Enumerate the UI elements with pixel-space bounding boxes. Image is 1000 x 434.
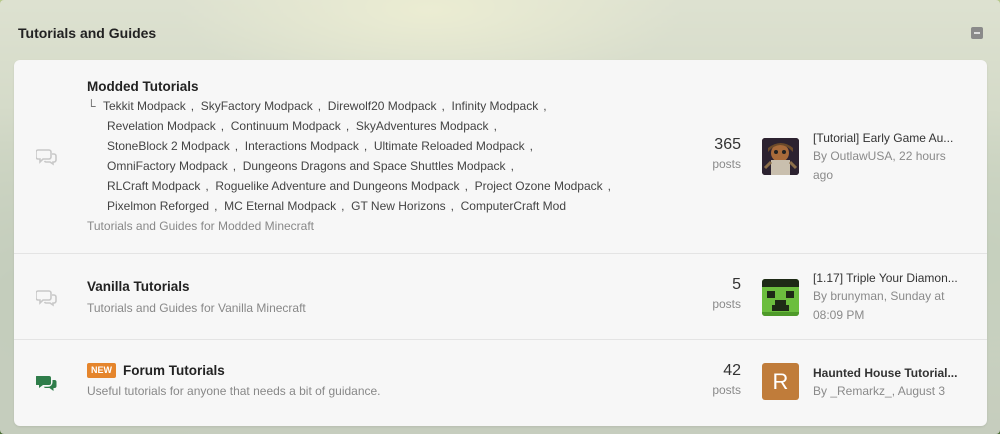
forum-description: Useful tutorials for anyone that needs a… [87, 384, 381, 398]
last-post-meta: By brunyman, Sunday at [813, 289, 945, 303]
subforum-line: OmniFactory Modpack, Dungeons Dragons an… [107, 159, 514, 173]
category-title[interactable]: Tutorials and Guides [18, 25, 156, 41]
subforum-link[interactable]: Dungeons Dragons and Space Shuttles Modp… [243, 159, 506, 173]
subforum-line: └ Tekkit Modpack, SkyFactory Modpack, Dir… [87, 96, 687, 116]
subforum-link[interactable]: RLCraft Modpack [107, 179, 200, 193]
forum-description: Tutorials and Guides for Vanilla Minecra… [87, 301, 306, 315]
post-stats: 42 posts [681, 361, 741, 399]
avatar[interactable] [762, 279, 799, 316]
last-post-meta-cont: 08:09 PM [813, 308, 865, 322]
forum-row-modded-tutorials: Modded Tutorials └ Tekkit Modpack, SkyFac… [14, 60, 987, 254]
subforum-link[interactable]: Infinity Modpack [452, 99, 539, 113]
avatar-image [762, 279, 799, 316]
subforum-link[interactable]: Pixelmon Reforged [107, 199, 209, 213]
forum-list: Modded Tutorials └ Tekkit Modpack, SkyFac… [14, 60, 987, 426]
subforum-link[interactable]: SkyAdventures Modpack [356, 119, 489, 133]
forum-info: NEW Forum Tutorials Useful tutorials for … [87, 362, 687, 400]
forum-row-vanilla-tutorials: Vanilla Tutorials Tutorials and Guides f… [14, 255, 987, 340]
subforum-link[interactable]: Continuum Modpack [231, 119, 341, 133]
subforum-link[interactable]: Roguelike Adventure and Dungeons Modpack [215, 179, 459, 193]
subforum-link[interactable]: Interactions Modpack [245, 139, 359, 153]
forum-category: Tutorials and Guides Modded Tutorials └ T… [0, 0, 1000, 434]
last-post-info: [1.17] Triple Your Diamon... By brunyman… [813, 269, 978, 325]
forum-info: Modded Tutorials └ Tekkit Modpack, SkyFac… [87, 78, 687, 235]
forum-title[interactable]: Vanilla Tutorials [87, 279, 190, 294]
last-post: [Tutorial] Early Game Au... By OutlawUSA… [762, 129, 977, 189]
chat-bubbles-icon [36, 376, 57, 391]
last-post: [1.17] Triple Your Diamon... By brunyman… [762, 269, 977, 329]
post-stats: 5 posts [681, 275, 741, 313]
subforum-link[interactable]: OmniFactory Modpack [107, 159, 228, 173]
post-count-label: posts [712, 383, 741, 397]
last-post-meta: By _Remarkz_, August 3 [813, 384, 946, 398]
avatar[interactable] [762, 138, 799, 175]
post-count: 42 [723, 362, 741, 379]
subforum-line: Pixelmon Reforged, MC Eternal Modpack, G… [107, 199, 567, 213]
subforum-link[interactable]: Project Ozone Modpack [475, 179, 603, 193]
last-post-meta: By OutlawUSA, 22 hours [813, 149, 946, 163]
subforum-line: Revelation Modpack, Continuum Modpack, S… [107, 119, 497, 133]
forum-info: Vanilla Tutorials Tutorials and Guides f… [87, 278, 687, 317]
forum-description: Tutorials and Guides for Modded Minecraf… [87, 219, 314, 233]
subforum-line: RLCraft Modpack, Roguelike Adventure and… [107, 179, 611, 193]
last-post-title[interactable]: [Tutorial] Early Game Au... [813, 129, 978, 147]
avatar-letter: R [772, 368, 789, 394]
last-post-info: Haunted House Tutorial... By _Remarkz_, … [813, 364, 978, 401]
branch-icon: └ [87, 99, 96, 113]
forum-title[interactable]: Modded Tutorials [87, 79, 199, 94]
chat-bubbles-icon [36, 290, 57, 307]
subforum-link[interactable]: Tekkit Modpack [103, 99, 186, 113]
last-post-title[interactable]: [1.17] Triple Your Diamon... [813, 269, 978, 287]
forum-row-forum-tutorials: NEW Forum Tutorials Useful tutorials for … [14, 341, 987, 426]
subforum-link[interactable]: SkyFactory Modpack [201, 99, 313, 113]
last-post-meta-cont: ago [813, 168, 834, 182]
post-stats: 365 posts [681, 135, 741, 173]
avatar[interactable]: R [762, 363, 799, 400]
forum-title[interactable]: Forum Tutorials [123, 363, 225, 378]
subforum-link[interactable]: StoneBlock 2 Modpack [107, 139, 230, 153]
last-post-title[interactable]: Haunted House Tutorial... [813, 364, 978, 382]
subforum-line: StoneBlock 2 Modpack, Interactions Modpa… [107, 139, 533, 153]
subforum-link[interactable]: ComputerCraft Mod [461, 199, 566, 213]
post-count: 5 [732, 276, 741, 293]
category-header: Tutorials and Guides [18, 22, 988, 44]
post-count-label: posts [712, 297, 741, 311]
subforum-link[interactable]: MC Eternal Modpack [224, 199, 336, 213]
chat-bubbles-icon [36, 149, 57, 166]
last-post-info: [Tutorial] Early Game Au... By OutlawUSA… [813, 129, 978, 185]
avatar-image [762, 138, 799, 175]
subforum-link[interactable]: Ultimate Reloaded Modpack [374, 139, 525, 153]
minus-icon [974, 32, 980, 34]
post-count-label: posts [712, 157, 741, 171]
collapse-button[interactable] [971, 27, 983, 39]
subforum-link[interactable]: GT New Horizons [351, 199, 445, 213]
post-count: 365 [714, 136, 741, 153]
subforum-link[interactable]: Direwolf20 Modpack [328, 99, 437, 113]
subforum-link[interactable]: Revelation Modpack [107, 119, 216, 133]
last-post: R Haunted House Tutorial... By _Remarkz_… [762, 363, 977, 413]
new-badge: NEW [87, 363, 116, 378]
subforum-list: └ Tekkit Modpack, SkyFactory Modpack, Dir… [87, 96, 687, 216]
